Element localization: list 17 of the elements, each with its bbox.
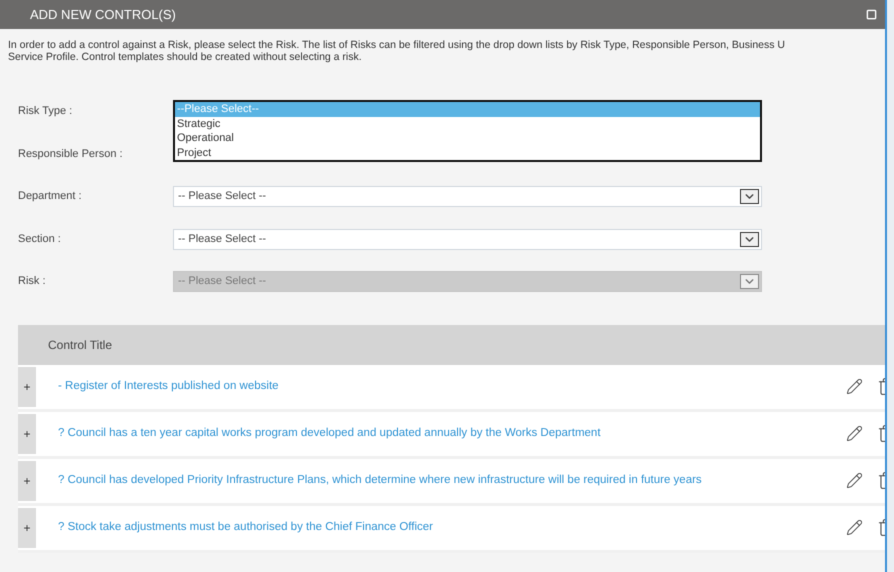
expand-button[interactable]: +	[18, 366, 36, 406]
intro-text: Service Profile. Control templates should be created without selecting a risk.	[8, 51, 362, 63]
risk-type-listbox[interactable]: --Please Select-- Strategic Operational Project	[173, 100, 762, 162]
field-label: Section :	[18, 232, 61, 246]
field-label: Department :	[18, 189, 82, 204]
field-label: Risk Type :	[18, 104, 72, 119]
field-label: Responsible Person :	[18, 146, 123, 162]
expand-button[interactable]: +	[18, 414, 36, 454]
intro-text: In order to add a control against a Risk, please select the Risk. The list of Risks can be filtered using the drop down lists by Risk Type, Responsible Person, Business U	[8, 39, 785, 51]
field-label: Risk :	[18, 274, 46, 289]
dialog-title: ADD NEW CONTROL(S)	[30, 6, 176, 24]
expand-button[interactable]: +	[18, 508, 36, 548]
expand-button[interactable]: +	[18, 460, 36, 500]
listbox-option[interactable]: Strategic	[175, 116, 760, 131]
dropdown-select[interactable]: -- Please Select --	[173, 228, 762, 250]
dropdown-select[interactable]: -- Please Select --	[173, 186, 762, 207]
column-header: Control Title	[48, 336, 112, 354]
